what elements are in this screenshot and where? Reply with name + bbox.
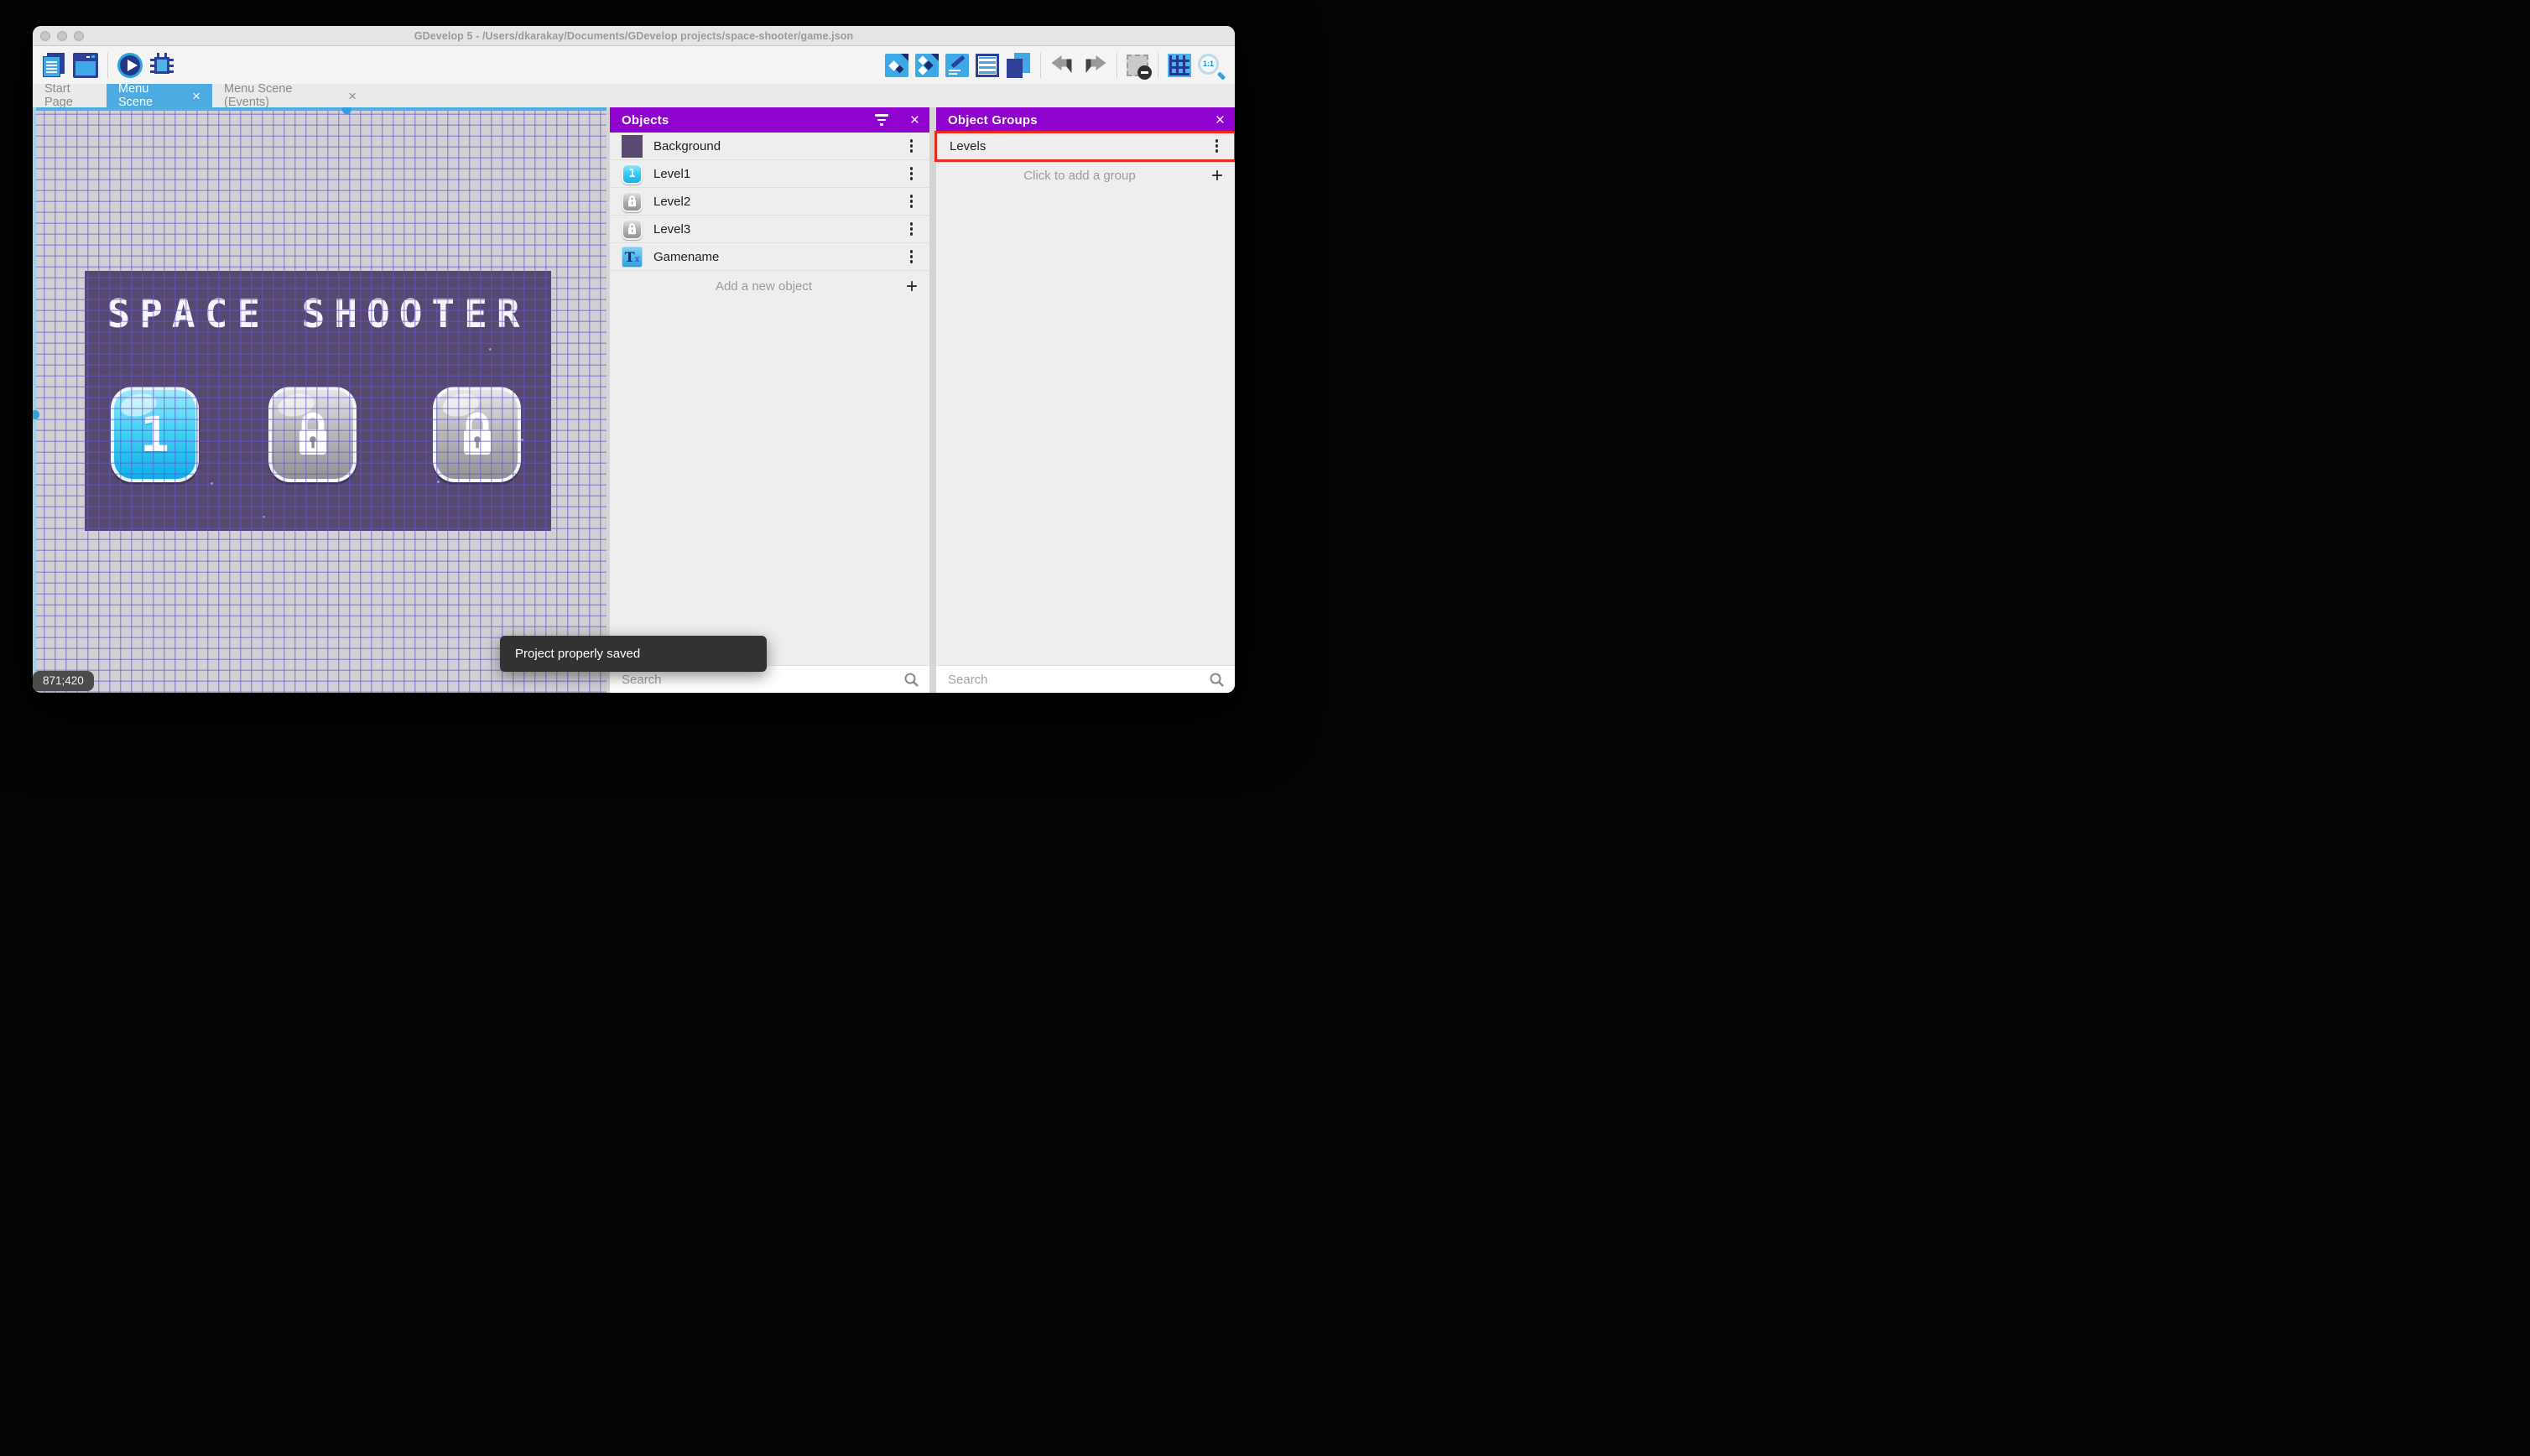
object-groups-header: Object Groups × [936, 107, 1235, 133]
object-label: Level2 [653, 194, 691, 209]
save-toast: Project properly saved [500, 636, 767, 672]
toggle-mask-icon[interactable] [1127, 54, 1152, 80]
objects-panel-header: Objects × [610, 107, 929, 133]
titlebar: GDevelop 5 - /Users/dkarakay/Documents/G… [33, 26, 1235, 46]
window-title: GDevelop 5 - /Users/dkarakay/Documents/G… [414, 29, 854, 42]
game-scene-preview[interactable]: SPACE SHOOTER 1 [85, 271, 551, 531]
horizontal-scrollbar[interactable] [33, 107, 606, 114]
undo-icon[interactable] [1050, 53, 1075, 78]
horizontal-scrollbar-thumb[interactable] [342, 107, 351, 114]
groups-search-input[interactable] [948, 672, 1209, 687]
group-label: Levels [950, 138, 986, 153]
object-label: Level1 [653, 166, 691, 181]
lock-icon [622, 190, 643, 212]
close-panel-icon[interactable]: × [1216, 112, 1225, 128]
filter-icon[interactable] [874, 114, 888, 126]
main-content: SPACE SHOOTER 1 871;420 Objects × Backgr… [33, 107, 1235, 693]
add-object-icon[interactable] [885, 53, 908, 77]
objects-panel: Objects × Background 1 Level1 Level2 Lev… [610, 107, 929, 693]
toolbar-right-group: 1:1 [882, 52, 1230, 81]
object-label: Level3 [653, 221, 691, 237]
toolbar-separator [107, 52, 108, 78]
object-label: Gamename [653, 249, 720, 264]
object-label: Background [653, 138, 721, 153]
close-tab-icon[interactable]: × [192, 89, 200, 103]
objects-groups-splitter[interactable] [929, 107, 936, 693]
object-menu-icon[interactable] [905, 191, 919, 211]
object-menu-icon[interactable] [905, 247, 919, 267]
object-menu-icon[interactable] [905, 164, 919, 184]
add-group-button[interactable]: Click to add a group + [936, 160, 1235, 191]
toolbar-separator [1040, 52, 1041, 78]
properties-icon[interactable] [976, 53, 999, 77]
object-row-level3[interactable]: Level3 [610, 216, 929, 243]
plus-icon[interactable]: + [906, 276, 918, 297]
blue-button-icon: 1 [622, 163, 643, 185]
scene-title-text: SPACE SHOOTER [107, 291, 529, 336]
layers-icon-shapes [1006, 52, 1031, 78]
instances-icon[interactable] [915, 53, 939, 77]
plus-icon[interactable]: + [1211, 165, 1223, 186]
object-groups-empty-area [936, 191, 1235, 665]
groups-search-bar [936, 665, 1235, 693]
lock-icon [299, 412, 326, 455]
tab-menu-scene-events-label: Menu Scene (Events) [224, 82, 293, 109]
zoom-original-icon[interactable]: 1:1 [1198, 53, 1226, 81]
cursor-coordinates: 871;420 [33, 671, 94, 691]
objects-panel-title: Objects [622, 112, 669, 127]
text-object-icon: Tx [622, 246, 643, 268]
level3-locked-sprite[interactable] [433, 387, 521, 482]
play-preview-icon[interactable] [117, 52, 143, 78]
project-manager-icon[interactable] [41, 52, 66, 78]
tab-start-page-label: Start Page [44, 82, 73, 109]
search-icon [1210, 673, 1224, 687]
preview-window-icon[interactable] [73, 52, 98, 78]
main-toolbar: 1:1 [33, 46, 1235, 84]
vertical-scrollbar[interactable] [33, 107, 39, 693]
add-new-object-button[interactable]: Add a new object + [610, 271, 929, 302]
lock-icon [622, 218, 643, 240]
object-row-gamename[interactable]: Tx Gamename [610, 243, 929, 271]
add-new-object-label: Add a new object [715, 279, 813, 294]
object-menu-icon[interactable] [905, 136, 919, 156]
objects-search-input[interactable] [622, 672, 903, 687]
tab-menu-scene-events[interactable]: Menu Scene (Events) × [212, 82, 368, 109]
scene-editor-canvas[interactable]: SPACE SHOOTER 1 871;420 [33, 107, 606, 693]
vertical-scrollbar-thumb[interactable] [33, 410, 39, 419]
objects-panel-empty-area [610, 302, 929, 665]
tab-menu-scene[interactable]: Menu Scene × [107, 82, 212, 109]
level2-locked-sprite[interactable] [268, 387, 357, 482]
gdevelop-window: GDevelop 5 - /Users/dkarakay/Documents/G… [33, 26, 1235, 693]
level1-number: 1 [140, 406, 169, 463]
object-row-background[interactable]: Background [610, 133, 929, 160]
object-row-level2[interactable]: Level2 [610, 188, 929, 216]
purple-swatch-icon [622, 134, 643, 158]
object-menu-icon[interactable] [905, 219, 919, 239]
object-groups-title: Object Groups [948, 112, 1038, 127]
redo-icon[interactable] [1082, 53, 1107, 78]
close-tab-icon[interactable]: × [348, 89, 357, 103]
object-row-level1[interactable]: 1 Level1 [610, 160, 929, 188]
object-groups-panel: Object Groups × Levels Click to add a gr… [934, 107, 1235, 693]
toggle-grid-icon[interactable] [1168, 53, 1191, 77]
save-toast-text: Project properly saved [515, 647, 641, 661]
tab-start-page[interactable]: Start Page [33, 82, 107, 109]
lock-icon [463, 412, 491, 455]
add-group-label: Click to add a group [1023, 169, 1136, 183]
level1-button-sprite[interactable]: 1 [111, 387, 199, 482]
editor-tabs: Start Page Menu Scene × Menu Scene (Even… [33, 82, 1235, 109]
group-menu-icon[interactable] [1210, 136, 1224, 156]
tab-menu-scene-label: Menu Scene [118, 82, 154, 109]
debug-icon[interactable] [149, 52, 174, 78]
search-icon [904, 673, 919, 687]
group-row-levels[interactable]: Levels [934, 131, 1235, 162]
close-panel-icon[interactable]: × [910, 112, 919, 128]
edit-scene-icon[interactable] [945, 53, 969, 77]
